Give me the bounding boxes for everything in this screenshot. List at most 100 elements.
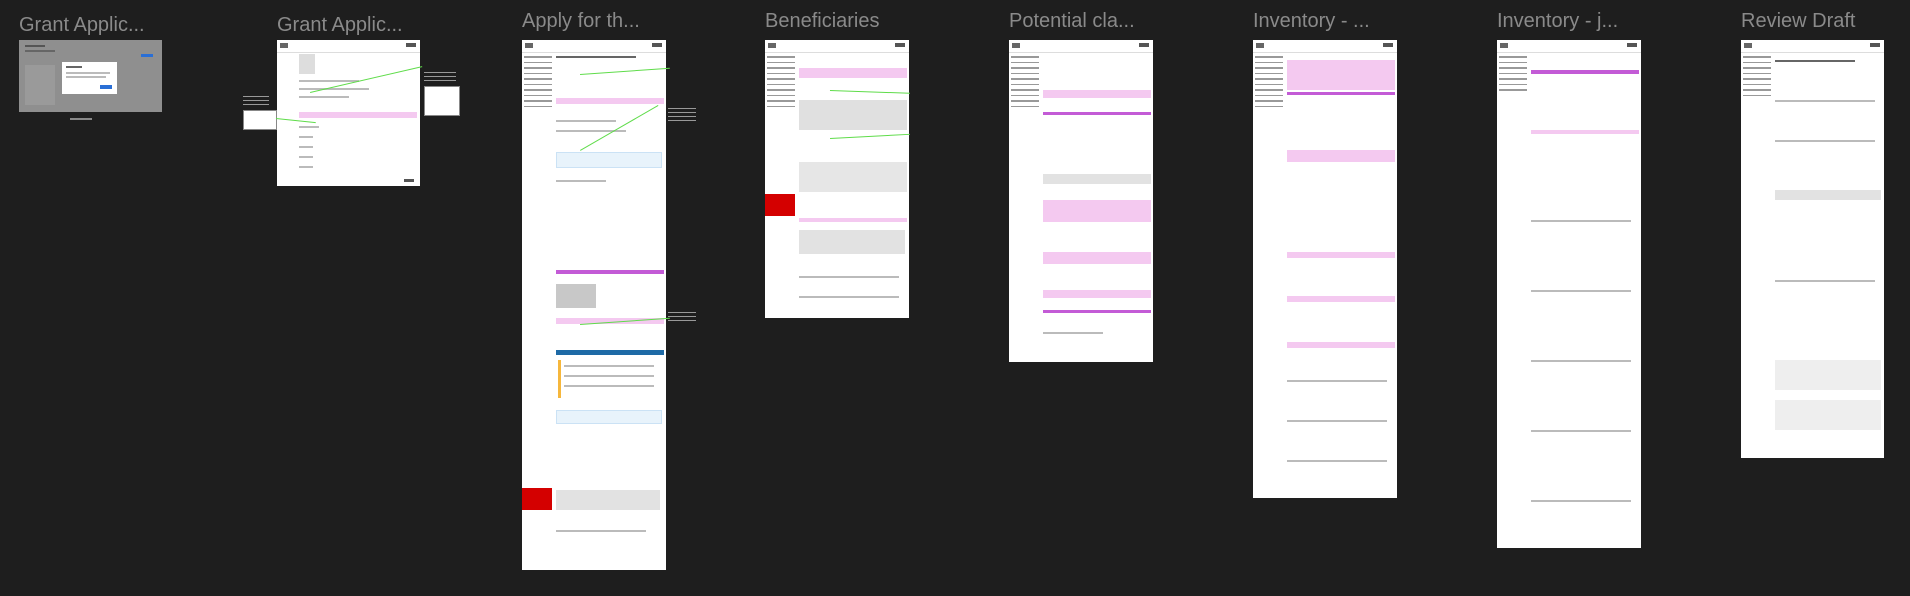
- f8-line: [1775, 60, 1855, 62]
- f7-magenta-bar: [1531, 70, 1639, 74]
- f6-highlight: [1287, 60, 1395, 90]
- frame-title-8[interactable]: Review Draft: [1741, 10, 1855, 33]
- f4-line: [799, 296, 899, 298]
- frame-2-line: [299, 136, 313, 138]
- f8-summary-box: [1775, 190, 1881, 200]
- frame-2-left-popup: [243, 110, 277, 130]
- frame-2-line: [299, 146, 313, 148]
- frame-2-line: [299, 80, 359, 82]
- logo-icon: [1744, 43, 1752, 48]
- frame-1-caption: [70, 118, 92, 120]
- modal-title-line: [66, 66, 82, 68]
- frame-8-artboard[interactable]: [1741, 40, 1884, 458]
- frame-title-2[interactable]: Grant Applic...: [277, 14, 403, 37]
- frame-2-artboard[interactable]: [277, 40, 420, 186]
- f8-table: [1775, 400, 1881, 430]
- f5-highlight: [1043, 252, 1151, 264]
- frame-4-artboard[interactable]: [765, 40, 909, 318]
- frame-2-line: [299, 166, 313, 168]
- frame-title-7[interactable]: Inventory - j...: [1497, 10, 1618, 33]
- modal-text-line-2: [66, 76, 106, 78]
- f3-line: [556, 180, 606, 182]
- f4-highlight: [799, 68, 907, 78]
- frame-6-header: [1253, 40, 1397, 53]
- f5-highlight: [1043, 90, 1151, 98]
- frame-2-block: [299, 54, 315, 74]
- logo-icon: [1256, 43, 1264, 48]
- frame-6-artboard[interactable]: [1253, 40, 1397, 498]
- f5-magenta-bar: [1043, 112, 1151, 115]
- f5-line: [1043, 332, 1103, 334]
- f4-gray-box: [799, 230, 905, 254]
- f5-highlight: [1043, 290, 1151, 298]
- f7-line: [1531, 500, 1631, 502]
- logo-icon: [768, 43, 776, 48]
- f6-line: [1287, 460, 1387, 462]
- f6-line: [1287, 380, 1387, 382]
- frame-title-5[interactable]: Potential cla...: [1009, 10, 1135, 33]
- frame-3-header: [522, 40, 666, 53]
- modal-text-line: [66, 72, 110, 74]
- f5-highlight: [1043, 200, 1151, 222]
- f6-highlight: [1287, 252, 1395, 258]
- frame-title-3[interactable]: Apply for th...: [522, 10, 640, 33]
- f8-line: [1775, 100, 1875, 102]
- header-btn: [1139, 43, 1149, 47]
- note: [668, 108, 696, 124]
- f8-line: [1775, 140, 1875, 142]
- f4-gray-box: [799, 100, 907, 130]
- frame-1-sub-line: [25, 50, 55, 52]
- f7-highlight: [1531, 130, 1639, 134]
- frame-5-artboard[interactable]: [1009, 40, 1153, 362]
- frame-2-footer-button: [404, 179, 414, 182]
- logo-icon: [1012, 43, 1020, 48]
- f6-magenta-bar: [1287, 92, 1395, 95]
- f3-line: [564, 375, 654, 377]
- frame-1-list: [25, 65, 55, 105]
- f5-gray-box: [1043, 174, 1151, 184]
- f4-highlight: [799, 218, 907, 222]
- frame-7-artboard[interactable]: [1497, 40, 1641, 548]
- header-btn: [652, 43, 662, 47]
- frame-1-modal: [62, 62, 117, 94]
- header-btn: [406, 43, 416, 47]
- frame-8-sidebar: [1743, 56, 1771, 100]
- f3-magenta-bar: [556, 270, 664, 274]
- f3-line: [564, 365, 654, 367]
- f6-line: [1287, 420, 1387, 422]
- frame-8-header: [1741, 40, 1884, 53]
- logo-icon: [525, 43, 533, 48]
- f7-line: [1531, 430, 1631, 432]
- frame-7-header: [1497, 40, 1641, 53]
- f3-highlight: [556, 98, 664, 104]
- header-btn: [1627, 43, 1637, 47]
- frame-1-primary-button: [141, 54, 153, 57]
- frame-title-6[interactable]: Inventory - ...: [1253, 10, 1370, 33]
- f3-image-placeholder: [556, 284, 596, 308]
- frame-4-red-marker: [765, 194, 795, 216]
- logo-icon: [1500, 43, 1508, 48]
- note-left: [243, 96, 269, 106]
- f3-line: [556, 120, 616, 122]
- frame-title-4[interactable]: Beneficiaries: [765, 10, 880, 33]
- f3-info-box: [556, 410, 662, 424]
- f3-dark-bar: [556, 350, 664, 355]
- f6-highlight: [1287, 342, 1395, 348]
- frame-2-line: [299, 88, 369, 90]
- frame-2-line: [299, 156, 313, 158]
- note-right: [424, 72, 456, 82]
- frame-7-sidebar: [1499, 56, 1527, 95]
- frame-6-sidebar: [1255, 56, 1283, 111]
- frame-1-artboard[interactable]: [19, 40, 162, 112]
- f3-line: [556, 56, 636, 58]
- header-btn: [895, 43, 905, 47]
- frame-3-red-marker: [522, 488, 552, 510]
- frame-title-1[interactable]: Grant Applic...: [19, 14, 145, 37]
- f5-magenta-bar: [1043, 310, 1151, 313]
- frame-4-sidebar: [767, 56, 795, 111]
- frame-2-right-popup: [424, 86, 460, 116]
- f3-warning-bar: [558, 360, 561, 398]
- frame-5-header: [1009, 40, 1153, 53]
- frame-1-header-line: [25, 45, 45, 47]
- f7-line: [1531, 220, 1631, 222]
